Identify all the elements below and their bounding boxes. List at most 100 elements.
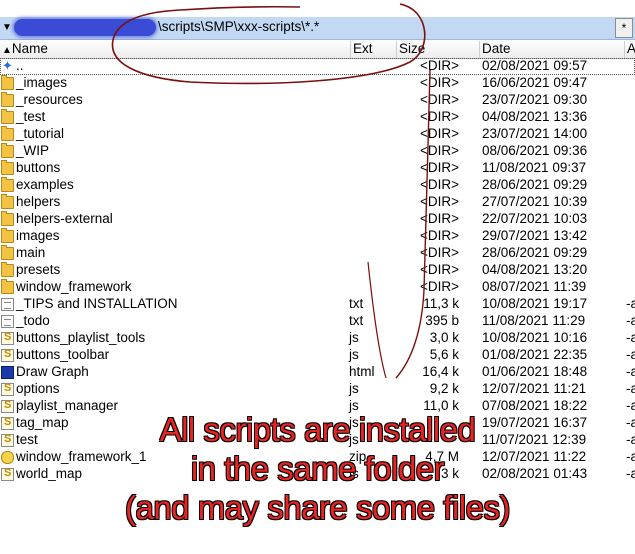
file-date: 22/07/2021 10:03 (482, 211, 588, 226)
folder-icon (1, 211, 14, 226)
file-size: 3,0 k (429, 330, 459, 345)
file-size: <DIR> (419, 92, 459, 107)
file-name: helpers (16, 194, 61, 209)
text-file-icon (1, 315, 14, 328)
file-name: _images (16, 75, 68, 90)
column-date[interactable]: Date (480, 41, 625, 58)
file-row[interactable]: images <DIR> 29/07/2021 13:42 (0, 228, 635, 245)
file-row[interactable]: _TIPS and INSTALLATION txt 11,3 k 10/08/202… (0, 296, 635, 313)
file-row[interactable]: _images <DIR> 16/06/2021 09:47 (0, 75, 635, 92)
file-row[interactable]: _resources <DIR> 23/07/2021 09:30 (0, 92, 635, 109)
file-row[interactable]: buttons_toolbar js 5,6 k 01/08/2021 22:35 -a (0, 347, 635, 364)
file-row[interactable]: _tutorial <DIR> 23/07/2021 14:00 (0, 126, 635, 143)
file-name: buttons (16, 160, 61, 175)
file-date: 01/08/2021 22:35 (482, 347, 588, 362)
file-row[interactable]: _test <DIR> 04/08/2021 13:36 (0, 109, 635, 126)
file-date: 12/07/2021 11:21 (482, 381, 587, 396)
file-size: <DIR> (419, 194, 459, 209)
up-icon: ✦ (2, 58, 13, 73)
file-name: main (16, 245, 46, 260)
redacted-path-segment (14, 19, 156, 36)
file-row[interactable]: window_framework <DIR> 08/07/2021 11:39 (0, 279, 635, 296)
filter-button[interactable]: * (615, 18, 633, 38)
file-row[interactable]: helpers <DIR> 27/07/2021 10:39 (0, 194, 635, 211)
js-file-icon (1, 382, 14, 396)
file-row[interactable]: ✦.. <DIR> 02/08/2021 09:57 (0, 58, 635, 75)
file-size: <DIR> (419, 228, 459, 243)
folder-icon (1, 262, 14, 277)
annotation-line-2: in the same folder (190, 450, 445, 487)
file-date: 11/08/2021 11:29 (482, 313, 586, 328)
file-date: 28/06/2021 09:29 (482, 245, 588, 260)
column-attr[interactable]: A (625, 41, 635, 58)
file-attr: -a (626, 347, 635, 362)
file-row[interactable]: presets <DIR> 04/08/2021 13:20 (0, 262, 635, 279)
path-bar[interactable]: ▼ \scripts\SMP\xxx-scripts\*.* * (0, 17, 635, 40)
file-row[interactable]: options js 9,2 k 12/07/2021 11:21 -a (0, 381, 635, 398)
file-ext: js (349, 330, 359, 345)
file-row[interactable]: _todo txt 395 b 11/08/2021 11:29 -a (0, 313, 635, 330)
file-name: _TIPS and INSTALLATION (16, 296, 178, 311)
file-attr: -a (626, 296, 635, 311)
file-name: _WIP (16, 143, 50, 158)
folder-icon (1, 228, 14, 243)
folder-icon (1, 177, 14, 192)
file-date: 01/06/2021 18:48 (482, 364, 588, 379)
file-name: _tutorial (16, 126, 65, 141)
file-ext: txt (349, 296, 364, 311)
file-size: 9,2 k (429, 381, 459, 396)
sort-up-icon: ▲ (2, 45, 12, 56)
file-size: <DIR> (419, 211, 459, 226)
file-ext: html (349, 364, 375, 379)
folder-icon (1, 109, 14, 124)
file-size: <DIR> (419, 143, 459, 158)
file-date: 29/07/2021 13:42 (482, 228, 588, 243)
file-name: _test (16, 109, 46, 124)
file-row[interactable]: buttons <DIR> 11/08/2021 09:37 (0, 160, 635, 177)
file-name: _todo (16, 313, 50, 328)
file-row[interactable]: _WIP <DIR> 08/06/2021 09:36 (0, 143, 635, 160)
file-row[interactable]: examples <DIR> 28/06/2021 09:29 (0, 177, 635, 194)
folder-icon (1, 245, 14, 260)
file-date: 08/07/2021 11:39 (482, 279, 587, 294)
js-file-icon (1, 348, 14, 362)
annotation-line-1: All scripts are installed (159, 411, 476, 448)
file-size: <DIR> (419, 109, 459, 124)
file-row[interactable]: Draw Graph html 16,4 k 01/06/2021 18:48 -a (0, 364, 635, 381)
drive-dropdown-icon[interactable]: ▼ (2, 22, 12, 33)
file-row[interactable]: buttons_playlist_tools js 3,0 k 10/08/2021 … (0, 330, 635, 347)
file-name: .. (16, 58, 24, 73)
file-name: presets (16, 262, 61, 277)
file-size: <DIR> (419, 126, 459, 141)
text-file-icon (1, 298, 14, 311)
file-name: _resources (16, 92, 83, 107)
file-size: <DIR> (419, 177, 459, 192)
column-name[interactable]: ▲Name (0, 41, 351, 58)
file-date: 27/07/2021 10:39 (482, 194, 588, 209)
file-date: 23/07/2021 14:00 (482, 126, 588, 141)
file-size: <DIR> (419, 279, 459, 294)
html-file-icon (1, 366, 14, 379)
file-name: window_framework (16, 279, 132, 294)
file-name: Draw Graph (16, 364, 89, 379)
folder-icon (1, 279, 14, 294)
file-attr: -a (626, 364, 635, 379)
column-size[interactable]: Size (397, 41, 480, 58)
column-ext[interactable]: Ext (351, 41, 397, 58)
file-date: 04/08/2021 13:20 (482, 262, 588, 277)
file-name: examples (16, 177, 74, 192)
annotation-line-3: (and may share some files) (125, 489, 510, 526)
file-size: <DIR> (419, 262, 459, 277)
file-date: 10/08/2021 19:17 (482, 296, 588, 311)
file-date: 23/07/2021 09:30 (482, 92, 588, 107)
file-row[interactable]: main <DIR> 28/06/2021 09:29 (0, 245, 635, 262)
folder-icon (1, 92, 14, 107)
current-path[interactable]: \scripts\SMP\xxx-scripts\*.* (158, 19, 319, 34)
file-date: 16/06/2021 09:47 (482, 75, 588, 90)
file-size: 395 b (425, 313, 459, 328)
folder-icon (1, 75, 14, 90)
column-header: ▲Name Ext Size Date A (0, 40, 635, 59)
file-size: 16,4 k (422, 364, 459, 379)
file-row[interactable]: helpers-external <DIR> 22/07/2021 10:03 (0, 211, 635, 228)
file-date: 08/06/2021 09:36 (482, 143, 588, 158)
